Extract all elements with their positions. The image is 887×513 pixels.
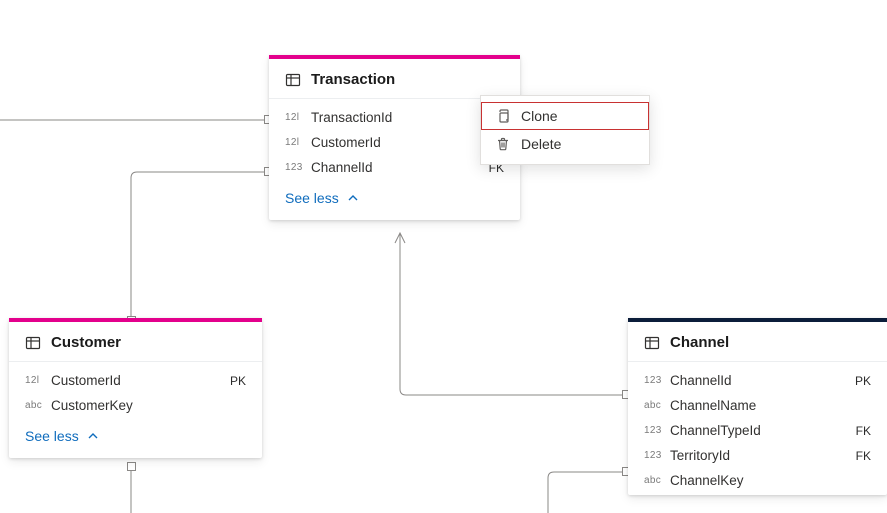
field-list: 12l CustomerId PK abc CustomerKey <box>9 362 262 420</box>
field-type-icon: 123 <box>644 375 670 386</box>
field-type-icon: abc <box>644 400 670 411</box>
table-title: Transaction <box>311 71 395 88</box>
see-less-label: See less <box>25 428 79 444</box>
field-name: ChannelTypeId <box>670 423 856 438</box>
trash-icon <box>495 136 511 152</box>
field-type-icon: 12l <box>285 112 311 123</box>
see-less-toggle[interactable]: See less <box>9 420 262 458</box>
see-less-toggle[interactable]: See less <box>269 182 520 220</box>
field-name: CustomerId <box>51 373 230 388</box>
chevron-up-icon <box>347 192 359 204</box>
field-type-icon: 123 <box>644 425 670 436</box>
field-row[interactable]: abc ChannelKey <box>628 468 887 493</box>
connector-endpoint <box>127 462 136 471</box>
table-header[interactable]: Transaction <box>269 59 520 99</box>
field-name: ChannelKey <box>670 473 871 488</box>
table-title: Channel <box>670 334 729 351</box>
field-type-icon: 12l <box>25 375 51 386</box>
field-key-badge: FK <box>856 424 871 438</box>
field-row[interactable]: abc ChannelName <box>628 393 887 418</box>
chevron-up-icon <box>87 430 99 442</box>
field-name: ChannelName <box>670 398 871 413</box>
table-title: Customer <box>51 334 121 351</box>
field-key-badge: FK <box>856 449 871 463</box>
field-list: 123 ChannelId PK abc ChannelName 123 Cha… <box>628 362 887 495</box>
see-less-label: See less <box>285 190 339 206</box>
field-name: TransactionId <box>311 110 504 125</box>
field-name: ChannelId <box>311 160 489 175</box>
table-icon <box>285 72 301 88</box>
context-menu-item-delete[interactable]: Delete <box>481 130 649 158</box>
table-card-channel[interactable]: Channel 123 ChannelId PK abc ChannelName… <box>628 318 887 495</box>
copy-icon <box>495 108 511 124</box>
field-row[interactable]: abc CustomerKey <box>9 393 262 418</box>
field-name: ChannelId <box>670 373 855 388</box>
context-menu-item-label: Delete <box>521 136 561 152</box>
field-type-icon: 12l <box>285 137 311 148</box>
field-type-icon: 123 <box>285 162 311 173</box>
context-menu-item-label: Clone <box>521 108 558 124</box>
field-key-badge: PK <box>855 374 871 388</box>
table-icon <box>644 335 660 351</box>
field-row[interactable]: 123 ChannelTypeId FK <box>628 418 887 443</box>
field-type-icon: 123 <box>644 450 670 461</box>
table-icon <box>25 335 41 351</box>
field-row[interactable]: 12l CustomerId PK <box>9 368 262 393</box>
field-row[interactable]: 123 TerritoryId FK <box>628 443 887 468</box>
table-header[interactable]: Channel <box>628 322 887 362</box>
table-header[interactable]: Customer <box>9 322 262 362</box>
field-type-icon: abc <box>644 475 670 486</box>
field-key-badge: PK <box>230 374 246 388</box>
context-menu-item-clone[interactable]: Clone <box>481 102 649 130</box>
context-menu: Clone Delete <box>480 95 650 165</box>
table-card-customer[interactable]: Customer 12l CustomerId PK abc CustomerK… <box>9 318 262 458</box>
field-row[interactable]: 123 ChannelId PK <box>628 368 887 393</box>
field-name: TerritoryId <box>670 448 856 463</box>
field-name: CustomerKey <box>51 398 246 413</box>
field-name: CustomerId <box>311 135 504 150</box>
field-type-icon: abc <box>25 400 51 411</box>
